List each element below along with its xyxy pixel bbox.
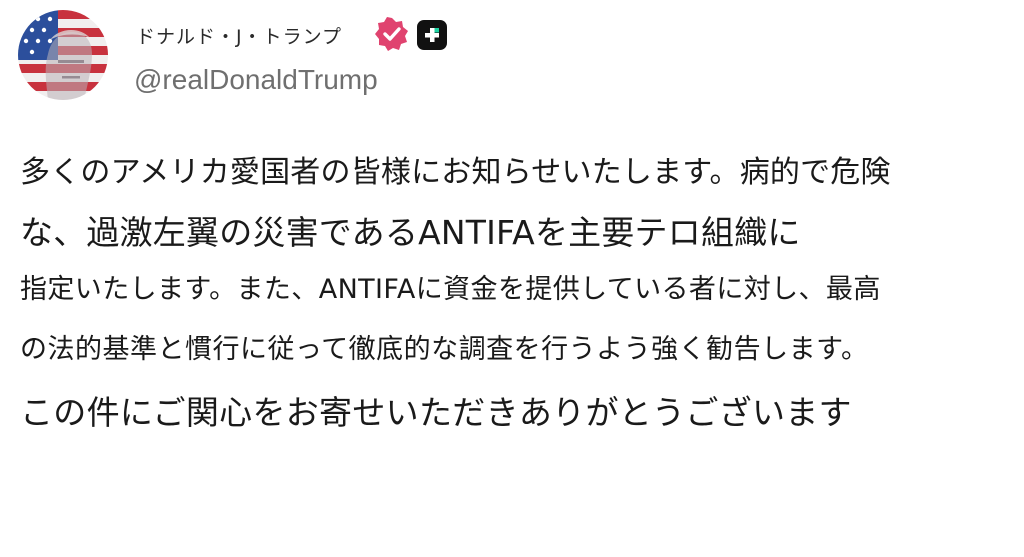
verified-badge-icon: [375, 17, 409, 51]
post-text-line: この件にご関心をお寄せいただきありがとうございます: [20, 393, 852, 432]
post-text-line: 指定いたします。また、ANTIFAに資金を提供している者に対し、最高: [20, 274, 881, 305]
plus-badge-icon: [417, 20, 447, 50]
avatar[interactable]: [18, 10, 108, 100]
post-text-line: の法的基準と慣行に従って徹底的な調査を行うよう強く勧告します。: [20, 334, 869, 365]
username-handle[interactable]: @realDonaldTrump: [134, 64, 378, 96]
post-text-line: な、過激左翼の災害であるANTIFAを主要テロ組織に: [20, 213, 801, 252]
post-card: ドナルド・J・トランプ @realDonaldTrump 多くのアメリカ愛国者の…: [0, 0, 1024, 557]
post-text-line: 多くのアメリカ愛国者の皆様にお知らせいたします。病的で危険: [20, 155, 891, 190]
display-name[interactable]: ドナルド・J・トランプ: [136, 22, 342, 49]
portrait-flag-avatar-icon: [18, 10, 108, 100]
